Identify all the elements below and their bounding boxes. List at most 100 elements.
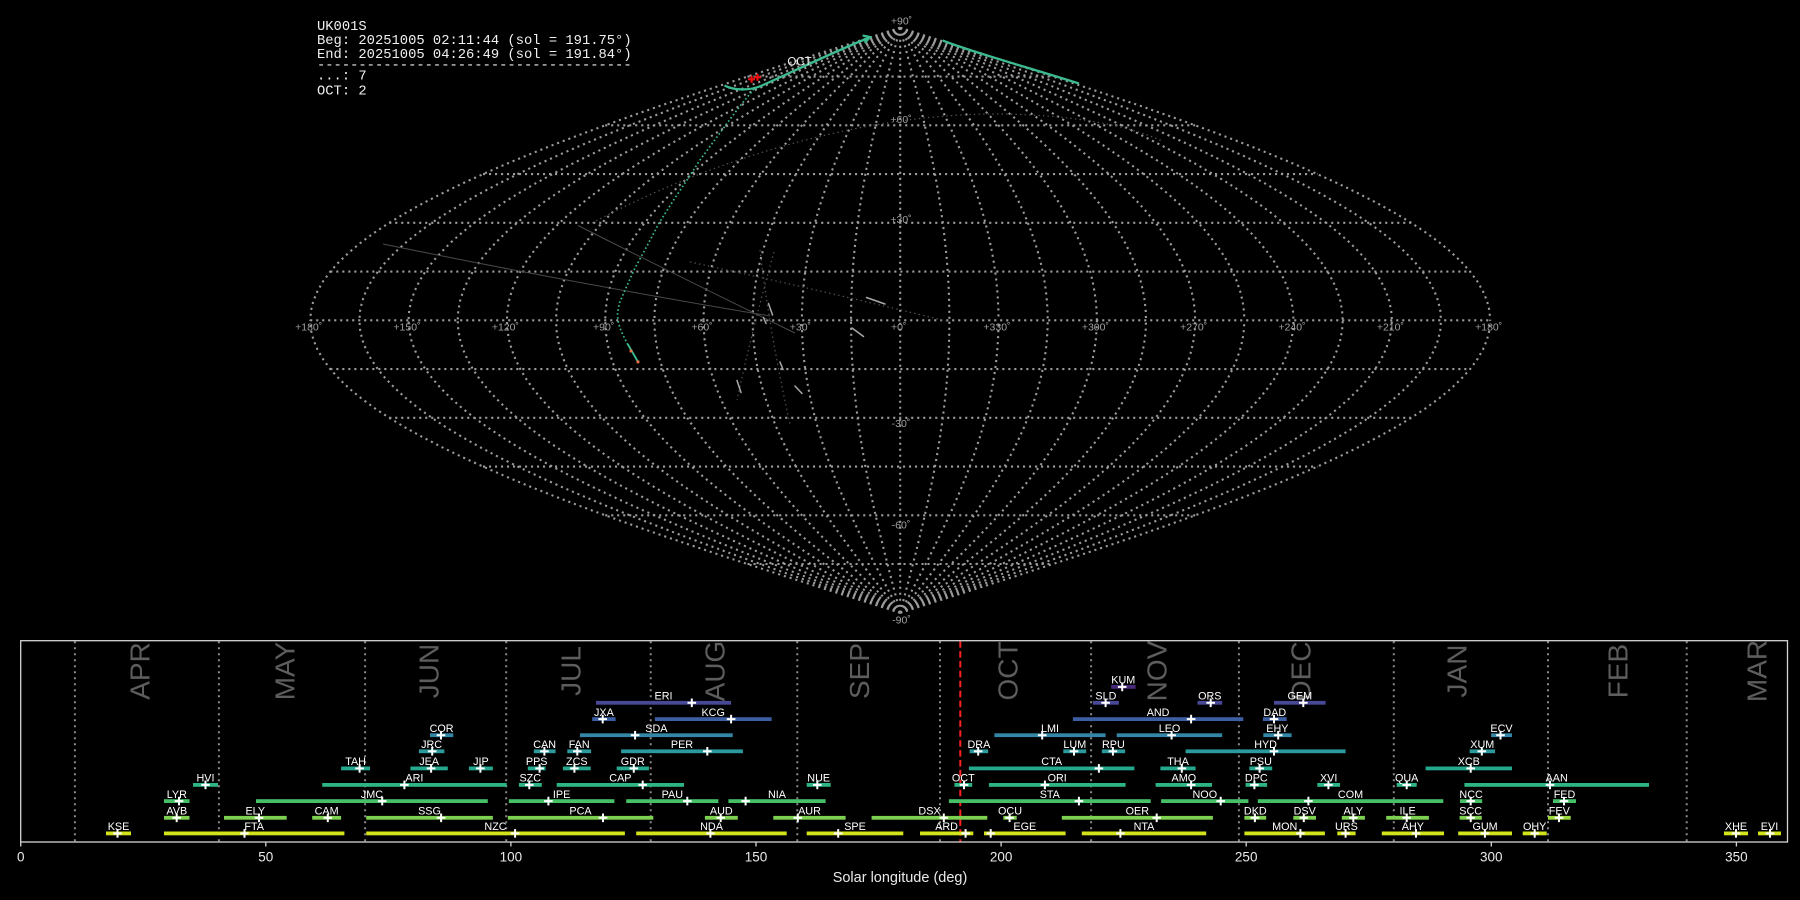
svg-text:XCB: XCB	[1458, 756, 1480, 768]
svg-text:EGE: EGE	[1013, 821, 1036, 833]
svg-text:JRC: JRC	[421, 739, 442, 751]
svg-text:JUN: JUN	[413, 644, 444, 698]
svg-text:AND: AND	[1147, 707, 1170, 719]
svg-text:OCU: OCU	[998, 806, 1022, 818]
svg-text:XHE: XHE	[1725, 821, 1747, 833]
svg-text:GUM: GUM	[1472, 821, 1497, 833]
svg-text:+180˚: +180˚	[1475, 321, 1502, 333]
svg-text:JAN: JAN	[1442, 645, 1473, 698]
svg-text:+120˚: +120˚	[492, 321, 519, 333]
svg-text:100: 100	[500, 850, 523, 865]
svg-text:URS: URS	[1335, 821, 1358, 833]
svg-text:AVB: AVB	[166, 806, 187, 818]
svg-text:CAP: CAP	[609, 773, 631, 785]
svg-text:KCG: KCG	[701, 707, 724, 719]
svg-text:DAD: DAD	[1263, 707, 1286, 719]
svg-text:DKD: DKD	[1244, 806, 1267, 818]
svg-text:Solar longitude (deg): Solar longitude (deg)	[833, 870, 968, 886]
svg-text:COM: COM	[1338, 789, 1363, 801]
svg-text:+270˚: +270˚	[1180, 321, 1207, 333]
svg-text:LYR: LYR	[167, 789, 187, 801]
svg-text:XVI: XVI	[1320, 773, 1337, 785]
svg-text:CTA: CTA	[1041, 756, 1063, 768]
svg-text:JEA: JEA	[419, 756, 440, 768]
svg-text:+330˚: +330˚	[983, 321, 1010, 333]
svg-text:JIP: JIP	[473, 756, 489, 768]
svg-text:250: 250	[1235, 850, 1258, 865]
svg-text:AHY: AHY	[1402, 821, 1424, 833]
svg-text:-30˚: -30˚	[892, 418, 911, 430]
svg-text:ALY: ALY	[1343, 806, 1363, 818]
svg-text:CAN: CAN	[533, 739, 556, 751]
svg-text:ELY: ELY	[245, 806, 265, 818]
svg-text:ECV: ECV	[1490, 723, 1513, 735]
svg-text:+60˚: +60˚	[691, 321, 712, 333]
svg-text:ARD: ARD	[935, 821, 958, 833]
svg-text:MAY: MAY	[270, 641, 301, 700]
svg-text:NDA: NDA	[700, 821, 724, 833]
svg-text:LMI: LMI	[1041, 723, 1059, 735]
svg-text:DPC: DPC	[1245, 773, 1268, 785]
svg-text:50: 50	[258, 850, 273, 865]
svg-text:SSG: SSG	[418, 806, 441, 818]
svg-text:MON: MON	[1272, 821, 1297, 833]
svg-text:OCT: 2: OCT: 2	[317, 85, 367, 100]
svg-text:KSE: KSE	[108, 821, 130, 833]
svg-text:NTA: NTA	[1134, 821, 1156, 833]
svg-text:PSU: PSU	[1250, 756, 1272, 768]
svg-text:OER: OER	[1126, 806, 1150, 818]
svg-text:0: 0	[17, 850, 25, 865]
svg-text:ZCS: ZCS	[566, 756, 588, 768]
svg-text:PER: PER	[671, 739, 693, 751]
svg-text:FEB: FEB	[1603, 644, 1634, 698]
svg-text:OHY: OHY	[1523, 821, 1546, 833]
svg-text:+0˚: +0˚	[891, 321, 906, 333]
svg-text:300: 300	[1480, 850, 1503, 865]
svg-text:AUD: AUD	[710, 806, 733, 818]
svg-text:OCT: OCT	[993, 641, 1024, 700]
svg-text:ERI: ERI	[655, 691, 673, 703]
svg-text:ORS: ORS	[1198, 691, 1221, 703]
svg-text:APR: APR	[125, 642, 156, 700]
svg-text:-60˚: -60˚	[892, 519, 911, 531]
svg-text:COR: COR	[430, 723, 454, 735]
svg-text:...: 7: ...: 7	[317, 70, 367, 85]
svg-text:NCC: NCC	[1459, 789, 1483, 801]
svg-text:FTA: FTA	[244, 821, 264, 833]
svg-text:GDR: GDR	[621, 756, 645, 768]
svg-text:+60˚: +60˚	[890, 114, 911, 126]
svg-text:+30˚: +30˚	[890, 214, 911, 226]
svg-text:SLD: SLD	[1095, 691, 1116, 703]
svg-text:FAN: FAN	[569, 739, 590, 751]
svg-text:AUR: AUR	[798, 806, 821, 818]
svg-text:EVI: EVI	[1761, 821, 1778, 833]
svg-text:OCT: OCT	[787, 57, 811, 69]
svg-text:+90˚: +90˚	[593, 321, 614, 333]
svg-text:AMO: AMO	[1172, 773, 1197, 785]
svg-text:ARI: ARI	[405, 773, 423, 785]
svg-text:PPS: PPS	[526, 756, 548, 768]
svg-text:SCC: SCC	[1459, 806, 1482, 818]
svg-text:JXA: JXA	[594, 707, 615, 719]
svg-text:-90˚: -90˚	[892, 614, 911, 626]
svg-text:200: 200	[990, 850, 1013, 865]
svg-text:NOO: NOO	[1193, 789, 1218, 801]
svg-text:+90˚: +90˚	[891, 15, 912, 27]
svg-text:STA: STA	[1040, 789, 1061, 801]
svg-text:MAR: MAR	[1742, 640, 1773, 702]
svg-text:+180˚: +180˚	[295, 321, 322, 333]
svg-text:XUM: XUM	[1470, 739, 1494, 751]
svg-text:ORI: ORI	[1048, 773, 1067, 785]
svg-text:Beg: 20251005 02:11:44 (sol =: Beg: 20251005 02:11:44 (sol = 191.75°)	[317, 33, 632, 49]
svg-text:EHY: EHY	[1266, 723, 1288, 735]
svg-text:IPE: IPE	[553, 789, 570, 801]
svg-text:NOV: NOV	[1142, 640, 1173, 701]
svg-text:JMC: JMC	[361, 789, 383, 801]
svg-text:CAM: CAM	[315, 806, 339, 818]
svg-text:HVI: HVI	[197, 773, 215, 785]
svg-text:+300˚: +300˚	[1082, 321, 1109, 333]
svg-text:SZC: SZC	[519, 773, 541, 785]
svg-text:NIA: NIA	[768, 789, 787, 801]
svg-text:DRA: DRA	[968, 739, 992, 751]
svg-text:RPU: RPU	[1102, 739, 1125, 751]
